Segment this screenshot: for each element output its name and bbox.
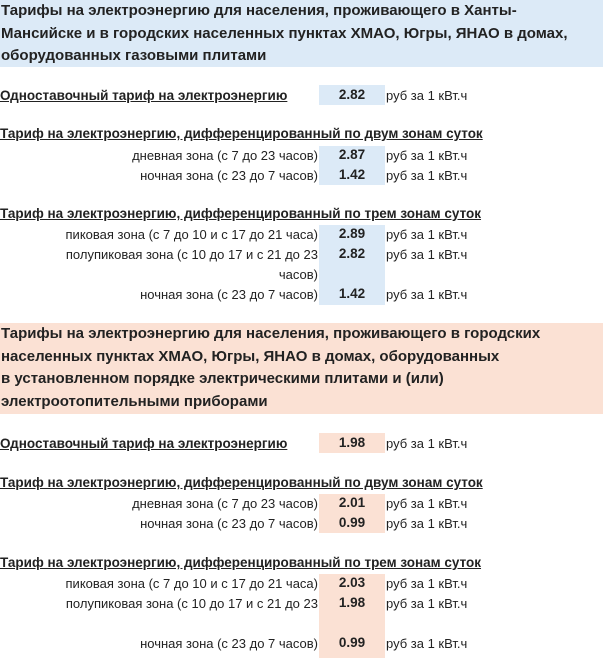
zone-unit: руб за 1 кВт.ч <box>386 148 468 163</box>
zone-value: 0.99 <box>338 635 366 650</box>
zone-unit: руб за 1 кВт.ч <box>386 636 468 651</box>
section2-single-heading: Одноставочный тариф на электроэнергию <box>0 436 288 451</box>
zone-label: дневная зона (с 7 до 23 часов) <box>132 148 318 163</box>
zone-value: 2.01 <box>338 495 366 510</box>
section1-title-line: Мансийске и в городских населенных пункт… <box>1 24 568 42</box>
zone-label: полупиковая зона (с 10 до 17 и с 21 до 2… <box>65 596 318 611</box>
section2-two-zone-heading: Тариф на электроэнергию, дифференцирован… <box>0 475 483 490</box>
zone-value: 2.89 <box>338 226 366 241</box>
zone-label: полупиковая зона (с 10 до 17 и с 21 до 2… <box>65 247 318 282</box>
zone-value: 2.03 <box>338 575 366 590</box>
section2-title-line: электроотопительными приборами <box>1 392 268 410</box>
zone-unit: руб за 1 кВт.ч <box>386 227 468 242</box>
zone-unit: руб за 1 кВт.ч <box>386 516 468 531</box>
zone-label: дневная зона (с 7 до 23 часов) <box>132 496 318 511</box>
section1-title-line: Тарифы на электроэнергию для населения, … <box>1 2 517 19</box>
zone-unit: руб за 1 кВт.ч <box>386 287 468 302</box>
zone-value: 1.98 <box>338 595 366 610</box>
zone-unit: руб за 1 кВт.ч <box>386 576 468 591</box>
section1-single-value: 2.82 <box>319 85 385 105</box>
section1-three-zone-heading: Тариф на электроэнергию, дифференцирован… <box>0 206 482 221</box>
section1-title-line: оборудованных газовыми плитами <box>1 47 267 64</box>
zone-value: 1.42 <box>338 286 366 301</box>
section2-single-value: 1.98 <box>319 433 385 453</box>
zone-value: 0.99 <box>338 515 366 530</box>
zone-value: 1.42 <box>338 167 366 182</box>
section1-single-heading: Одноставочный тариф на электроэнергию <box>0 88 288 103</box>
section2-title-line: Тарифы на электроэнергию для населения, … <box>1 325 541 342</box>
section2-single-unit: руб за 1 кВт.ч <box>386 436 468 451</box>
section2-title: Тарифы на электроэнергию для населения, … <box>0 323 603 414</box>
tariff-page: Тарифы на электроэнергию для населения, … <box>0 0 603 658</box>
section2-title-line: населенных пунктах ХМАО, Югры, ЯНАО в до… <box>1 347 500 365</box>
section1-two-zone-heading: Тариф на электроэнергию, дифференцирован… <box>0 126 483 141</box>
zone-label: пиковая зона (с 7 до 10 и с 17 до 21 час… <box>65 227 318 242</box>
zone-unit: руб за 1 кВт.ч <box>386 168 468 183</box>
zone-label: ночная зона (с 23 до 7 часов) <box>140 287 318 302</box>
zone-unit: руб за 1 кВт.ч <box>386 496 468 511</box>
section1-single-unit: руб за 1 кВт.ч <box>386 88 468 103</box>
zone-value: 2.82 <box>338 246 366 261</box>
zone-label: пиковая зона (с 7 до 10 и с 17 до 21 час… <box>65 576 318 591</box>
section2-three-zone-heading: Тариф на электроэнергию, дифференцирован… <box>0 555 482 570</box>
section2-title-line: в установленном порядке электрическими п… <box>1 370 444 387</box>
zone-label: ночная зона (с 23 до 7 часов) <box>140 168 318 183</box>
zone-label: ночная зона (с 23 до 7 часов) <box>140 516 318 531</box>
section1-title: Тарифы на электроэнергию для населения, … <box>0 0 603 67</box>
zone-unit: руб за 1 кВт.ч <box>386 247 468 262</box>
zone-value: 2.87 <box>338 147 366 162</box>
zone-label: ночная зона (с 23 до 7 часов) <box>140 636 318 651</box>
zone-unit: руб за 1 кВт.ч <box>386 596 468 611</box>
